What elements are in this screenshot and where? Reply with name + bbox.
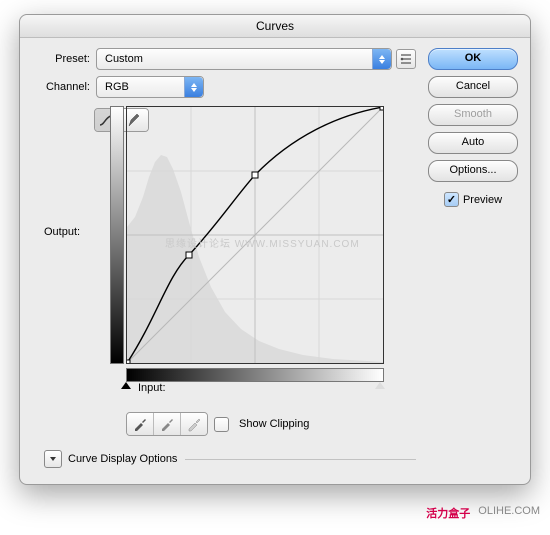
preset-value: Custom bbox=[105, 53, 143, 65]
curve-point[interactable] bbox=[380, 107, 383, 110]
left-column: Preset: Custom Channel: RGB bbox=[32, 48, 416, 472]
eyedropper-group bbox=[126, 412, 208, 436]
preview-row: Preview bbox=[428, 192, 518, 207]
page-footer: 活力盒子 OLIHE.COM bbox=[0, 499, 550, 527]
watermark: 思缘设计论坛 WWW.MISSYUAN.COM bbox=[165, 235, 360, 250]
show-clipping-label: Show Clipping bbox=[239, 418, 309, 430]
footer-brand: 活力盒子 bbox=[426, 505, 470, 521]
preset-label: Preset: bbox=[32, 53, 90, 65]
sampler-row: Show Clipping bbox=[126, 412, 416, 436]
disclosure-button[interactable] bbox=[44, 450, 62, 468]
menu-icon bbox=[400, 54, 412, 64]
right-column: OK Cancel Smooth Auto Options... Preview bbox=[428, 48, 518, 472]
dropdown-arrows-icon bbox=[372, 49, 391, 69]
preset-select[interactable]: Custom bbox=[96, 48, 392, 70]
ok-button[interactable]: OK bbox=[428, 48, 518, 70]
curve-area: Output: bbox=[126, 106, 416, 364]
eyedropper-icon bbox=[159, 416, 175, 432]
show-clipping-checkbox[interactable] bbox=[214, 417, 229, 432]
black-slider[interactable] bbox=[121, 382, 131, 389]
chevron-down-icon bbox=[50, 457, 56, 461]
preset-menu-button[interactable] bbox=[396, 49, 416, 69]
output-gradient bbox=[110, 106, 124, 364]
curve-display-label: Curve Display Options bbox=[68, 453, 177, 465]
channel-value: RGB bbox=[105, 81, 129, 93]
output-label: Output: bbox=[44, 226, 80, 238]
preset-row: Preset: Custom bbox=[32, 48, 416, 70]
curves-dialog: Curves Preset: Custom Channel: RGB bbox=[19, 14, 531, 485]
eyedropper-icon bbox=[186, 416, 202, 432]
eyedropper-gray[interactable] bbox=[153, 413, 180, 435]
white-slider[interactable] bbox=[375, 382, 385, 389]
curve-point[interactable] bbox=[127, 360, 130, 363]
curve-graph[interactable]: 思缘设计论坛 WWW.MISSYUAN.COM bbox=[126, 106, 384, 364]
curve-point[interactable] bbox=[252, 172, 258, 178]
cancel-button[interactable]: Cancel bbox=[428, 76, 518, 98]
channel-select[interactable]: RGB bbox=[96, 76, 204, 98]
dialog-content: Preset: Custom Channel: RGB bbox=[20, 38, 530, 484]
dialog-title: Curves bbox=[20, 15, 530, 38]
options-button[interactable]: Options... bbox=[428, 160, 518, 182]
divider bbox=[185, 459, 416, 460]
eyedropper-black[interactable] bbox=[127, 413, 153, 435]
input-gradient bbox=[126, 368, 384, 382]
smooth-button[interactable]: Smooth bbox=[428, 104, 518, 126]
eyedropper-white[interactable] bbox=[180, 413, 207, 435]
curve-point[interactable] bbox=[186, 252, 192, 258]
eyedropper-icon bbox=[132, 416, 148, 432]
preview-checkbox[interactable] bbox=[444, 192, 459, 207]
input-label: Input: bbox=[138, 382, 166, 394]
dropdown-arrows-icon bbox=[184, 77, 203, 97]
channel-label: Channel: bbox=[32, 81, 90, 93]
curve-display-disclosure: Curve Display Options bbox=[44, 450, 416, 468]
preview-label: Preview bbox=[463, 194, 502, 206]
channel-row: Channel: RGB bbox=[32, 76, 416, 98]
footer-site: OLIHE.COM bbox=[478, 505, 540, 521]
auto-button[interactable]: Auto bbox=[428, 132, 518, 154]
